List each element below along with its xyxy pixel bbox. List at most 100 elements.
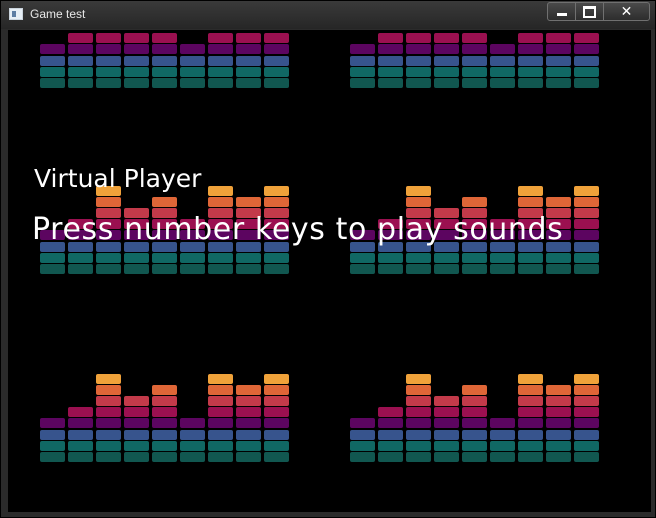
equalizer-segment: [68, 452, 93, 462]
equalizer-segment: [574, 373, 599, 384]
equalizer-segment: [434, 440, 459, 451]
equalizer-segment: [574, 407, 599, 418]
equalizer-segment: [350, 429, 375, 440]
app-window-icon: [9, 8, 23, 20]
equalizer-segment: [96, 418, 121, 429]
equalizer-segment: [406, 440, 431, 451]
equalizer-segment: [406, 384, 431, 395]
minimize-icon: [556, 13, 567, 16]
equalizer-segment: [264, 185, 289, 196]
equalizer-segment: [152, 384, 177, 395]
equalizer-bar: [518, 372, 543, 462]
game-window: Game test ✕ Virtual Player Press number …: [0, 0, 656, 518]
equalizer-segment: [40, 418, 65, 429]
equalizer-bar: [546, 384, 571, 462]
equalizer-bar: [350, 417, 375, 462]
equalizer-segment: [236, 418, 261, 429]
equalizer-bar: [208, 372, 233, 462]
equalizer-segment: [96, 440, 121, 451]
title-bar[interactable]: Game test ✕: [1, 1, 655, 29]
equalizer-segment: [264, 452, 289, 462]
equalizer-segment: [406, 452, 431, 462]
equalizer-segment: [378, 452, 403, 462]
equalizer-segment: [462, 418, 487, 429]
equalizer-segment: [378, 429, 403, 440]
equalizer-segment: [574, 396, 599, 406]
equalizer-segment: [208, 407, 233, 418]
equalizer-segment: [124, 407, 149, 418]
equalizer-segment: [574, 440, 599, 451]
equalizer-segment: [462, 196, 487, 207]
equalizer-segment: [518, 429, 543, 440]
equalizer-segment: [236, 429, 261, 440]
equalizer-segment: [180, 440, 205, 451]
equalizer-segment: [518, 373, 543, 384]
equalizer-segment: [462, 396, 487, 406]
equalizer-segment: [462, 440, 487, 451]
equalizer-segment: [152, 418, 177, 429]
equalizer-segment: [96, 373, 121, 384]
equalizer-segment: [518, 196, 543, 207]
equalizer-segment: [180, 418, 205, 429]
equalizer-segment: [68, 418, 93, 429]
equalizer-segment: [208, 196, 233, 207]
equalizer-segment: [518, 407, 543, 418]
equalizer-segment: [546, 196, 571, 207]
equalizer-segment: [124, 452, 149, 462]
equalizer-segment: [208, 185, 233, 196]
equalizer-segment: [208, 452, 233, 462]
equalizer-segment: [462, 384, 487, 395]
equalizer-segment: [546, 429, 571, 440]
instructions-text: Press number keys to play sounds: [32, 212, 564, 247]
equalizer-segment: [574, 185, 599, 196]
equalizer-bar: [124, 395, 149, 462]
equalizer-segment: [236, 452, 261, 462]
equalizer-segment: [264, 440, 289, 451]
equalizer-segment: [546, 384, 571, 395]
equalizer-segment: [40, 452, 65, 462]
equalizer-segment: [462, 452, 487, 462]
equalizer-segment: [208, 429, 233, 440]
equalizer-bar: [152, 384, 177, 462]
equalizer-segment: [236, 384, 261, 395]
equalizer-segment: [96, 196, 121, 207]
equalizer-segment: [264, 196, 289, 207]
equalizer-bar: [378, 406, 403, 462]
game-canvas[interactable]: Virtual Player Press number keys to play…: [8, 30, 651, 512]
equalizer-segment: [574, 418, 599, 429]
maximize-icon: [583, 5, 596, 18]
equalizer-segment: [40, 440, 65, 451]
equalizer-segment: [152, 196, 177, 207]
equalizer-segment: [378, 418, 403, 429]
equalizer-segment: [124, 396, 149, 406]
equalizer-segment: [208, 373, 233, 384]
equalizer-segment: [350, 440, 375, 451]
equalizer-segment: [264, 429, 289, 440]
equalizer-segment: [434, 396, 459, 406]
maximize-button[interactable]: [575, 2, 604, 21]
equalizer-segment: [518, 384, 543, 395]
equalizer-segment: [434, 429, 459, 440]
equalizer-segment: [406, 396, 431, 406]
equalizer-segment: [152, 396, 177, 406]
equalizer-bar: [40, 417, 65, 462]
equalizer-segment: [264, 373, 289, 384]
equalizer-segment: [264, 407, 289, 418]
equalizer-segment: [518, 452, 543, 462]
equalizer-segment: [406, 185, 431, 196]
equalizer-segment: [518, 185, 543, 196]
equalizer-segment: [490, 418, 515, 429]
equalizer-segment: [574, 452, 599, 462]
equalizer-segment: [350, 452, 375, 462]
equalizer-segment: [180, 452, 205, 462]
close-button[interactable]: ✕: [603, 2, 650, 21]
minimize-button[interactable]: [547, 2, 576, 21]
equalizer-segment: [406, 373, 431, 384]
equalizer-segment: [518, 440, 543, 451]
equalizer-segment: [124, 440, 149, 451]
equalizer-segment: [208, 418, 233, 429]
equalizer-segment: [546, 407, 571, 418]
equalizer-bar: [180, 417, 205, 462]
equalizer-segment: [96, 407, 121, 418]
equalizer-segment: [236, 396, 261, 406]
